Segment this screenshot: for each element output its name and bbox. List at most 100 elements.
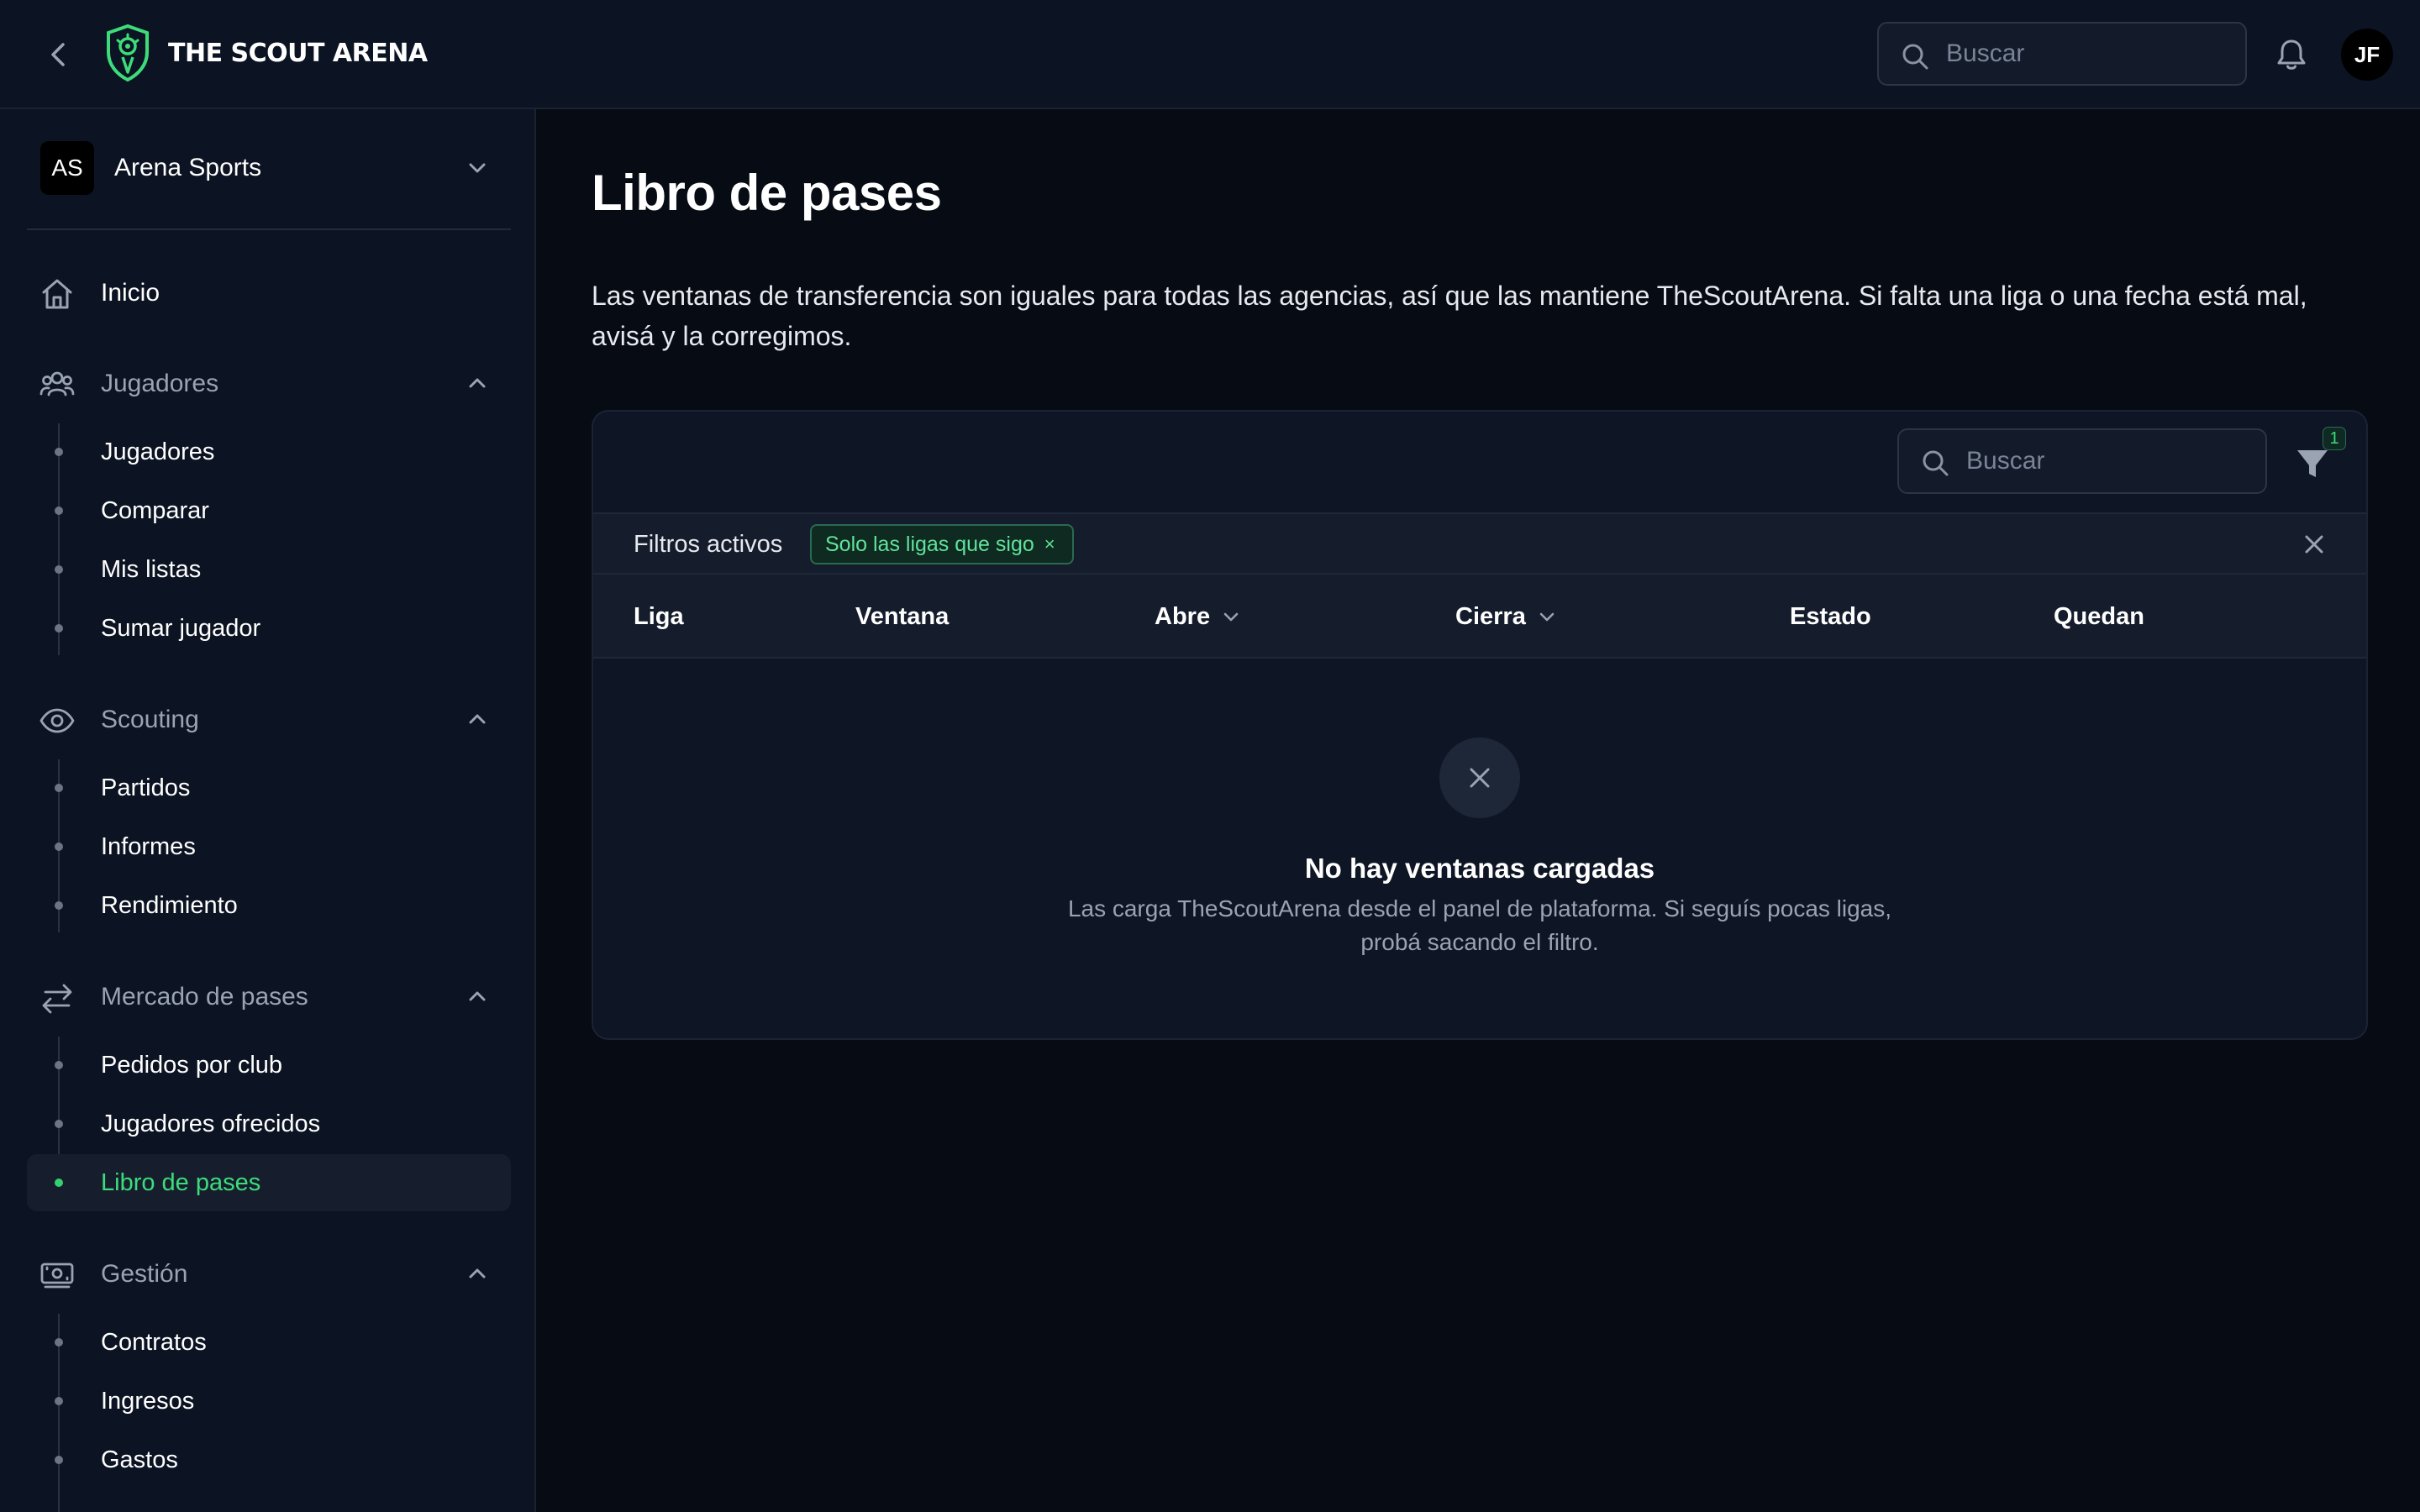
filter-icon [2294, 445, 2331, 482]
arrows-swap-icon [39, 979, 76, 1016]
sidebar-item-label: Pedidos por club [101, 1052, 283, 1079]
bullet [55, 1338, 63, 1347]
sidebar-item-partidos[interactable]: Partidos [27, 759, 511, 816]
chevron-up-icon [464, 983, 491, 1010]
sidebar: AS Arena Sports Inicio Jugadores Jugador… [0, 109, 536, 1512]
empty-state-close-icon [1439, 738, 1520, 818]
sidebar-group-label: Gestión [101, 1260, 188, 1288]
home-icon [39, 276, 76, 312]
sidebar-item-label: Rendimiento [101, 892, 238, 919]
users-icon [39, 366, 76, 403]
sidebar-item-label: Mis listas [101, 556, 202, 583]
sidebar-item-label: Jugadores [101, 438, 215, 465]
filter-button[interactable] [2294, 445, 2339, 491]
sidebar-item-label: Contratos [101, 1329, 207, 1356]
shield-logo-icon [104, 24, 151, 82]
column-header-quedan[interactable]: Quedan [2054, 601, 2144, 632]
sidebar-item-ingresos[interactable]: Ingresos [27, 1373, 511, 1430]
chip-label: Solo las ligas que sigo [825, 533, 1034, 556]
close-icon[interactable] [2299, 529, 2329, 559]
empty-state-title: No hay ventanas cargadas [1304, 853, 1655, 884]
bullet [55, 507, 63, 515]
sidebar-item-rendimiento[interactable]: Rendimiento [27, 877, 511, 934]
sidebar-item-jugadores-ofrecidos[interactable]: Jugadores ofrecidos [27, 1095, 511, 1152]
column-header-ventana[interactable]: Ventana [855, 601, 949, 632]
sidebar-group-scouting[interactable]: Scouting [27, 692, 511, 746]
table-search-box[interactable] [1897, 428, 2267, 494]
sidebar-item-libro-de-pases[interactable]: Libro de pases [27, 1154, 511, 1211]
sidebar-group-gestion[interactable]: Gestión [27, 1247, 511, 1300]
column-header-estado[interactable]: Estado [1790, 601, 1871, 632]
bullet [55, 901, 63, 910]
bullet [55, 1397, 63, 1405]
bullet [55, 624, 63, 633]
sidebar-item-gastos[interactable]: Gastos [27, 1431, 511, 1488]
column-header-cierra[interactable]: Cierra [1455, 601, 1558, 632]
sidebar-item-contratos[interactable]: Contratos [27, 1314, 511, 1371]
global-search-input[interactable] [1946, 24, 2232, 84]
sidebar-item-label: Sumar jugador [101, 615, 261, 642]
sidebar-item-label: Jugadores ofrecidos [101, 1110, 321, 1137]
money-icon [39, 1257, 76, 1294]
brand-name: THE SCOUT ARENA [168, 39, 428, 68]
column-label: Liga [634, 603, 684, 630]
column-label: Quedan [2054, 603, 2144, 630]
eye-icon [39, 702, 76, 739]
sidebar-item-comparar[interactable]: Comparar [27, 482, 511, 539]
chevron-down-icon [464, 155, 491, 181]
sidebar-item-sumar-jugador[interactable]: Sumar jugador [27, 600, 511, 657]
column-header-liga[interactable]: Liga [634, 601, 684, 632]
org-switcher[interactable]: AS Arena Sports [27, 138, 511, 198]
sidebar-group-jugadores[interactable]: Jugadores [27, 356, 511, 410]
sidebar-item-informes[interactable]: Informes [27, 818, 511, 875]
filter-count-badge: 1 [2323, 427, 2346, 450]
sort-chevron-down-icon [1220, 606, 1242, 627]
bullet [55, 565, 63, 574]
table-header: Liga Ventana Abre Cierra Estado Quedan [593, 575, 2366, 659]
sidebar-item-label: Partidos [101, 774, 191, 801]
sidebar-item-label: Ingresos [101, 1388, 195, 1415]
sidebar-group-label: Mercado de pases [101, 983, 308, 1011]
column-label: Cierra [1455, 603, 1526, 630]
sidebar-item-mis-listas[interactable]: Mis listas [27, 541, 511, 598]
search-icon [1901, 42, 1929, 71]
global-search-box[interactable] [1877, 22, 2247, 86]
page-title: Libro de pases [592, 165, 942, 221]
bullet [55, 1120, 63, 1128]
sidebar-item-label: Inicio [101, 279, 160, 307]
column-header-abre[interactable]: Abre [1155, 601, 1242, 632]
bullet [55, 784, 63, 792]
sidebar-item-label: Informes [101, 833, 196, 860]
sidebar-item-pedidos-por-club[interactable]: Pedidos por club [27, 1037, 511, 1094]
column-label: Abre [1155, 603, 1211, 630]
user-avatar[interactable]: JF [2341, 29, 2393, 81]
search-icon [1921, 449, 1949, 477]
sidebar-divider [27, 228, 511, 230]
bullet [55, 1179, 63, 1187]
table-search-input[interactable] [1966, 430, 2252, 492]
chevron-up-icon [464, 1260, 491, 1287]
bullet [55, 843, 63, 851]
bullet [55, 448, 63, 456]
bell-icon[interactable] [2274, 37, 2309, 72]
bullet [55, 1061, 63, 1069]
sidebar-item-jugadores[interactable]: Jugadores [27, 423, 511, 480]
sidebar-group-mercado-de-pases[interactable]: Mercado de pases [27, 969, 511, 1023]
active-filters-label: Filtros activos [634, 531, 783, 558]
sidebar-item-label: Libro de pases [101, 1169, 261, 1196]
sort-chevron-down-icon [1536, 606, 1558, 627]
sidebar-group-label: Jugadores [101, 370, 219, 397]
sidebar-item-inicio[interactable]: Inicio [27, 265, 511, 319]
active-filters-bar: Filtros activos Solo las ligas que sigo … [593, 512, 2366, 575]
chevron-up-icon [464, 706, 491, 732]
chip-remove-icon[interactable]: × [1044, 534, 1055, 554]
sidebar-item-label: Gastos [101, 1446, 178, 1473]
transfer-windows-card: 1 Filtros activos Solo las ligas que sig… [592, 410, 2368, 1040]
sidebar-group-label: Scouting [101, 706, 199, 733]
chevron-up-icon [464, 370, 491, 396]
table-toolbar: 1 [593, 412, 2366, 512]
back-chevron-icon[interactable] [40, 36, 77, 73]
active-filter-chip[interactable]: Solo las ligas que sigo × [810, 524, 1074, 564]
empty-state-description: Las carga TheScoutArena desde el panel d… [1067, 895, 1892, 955]
sidebar-item-label: Comparar [101, 497, 209, 524]
